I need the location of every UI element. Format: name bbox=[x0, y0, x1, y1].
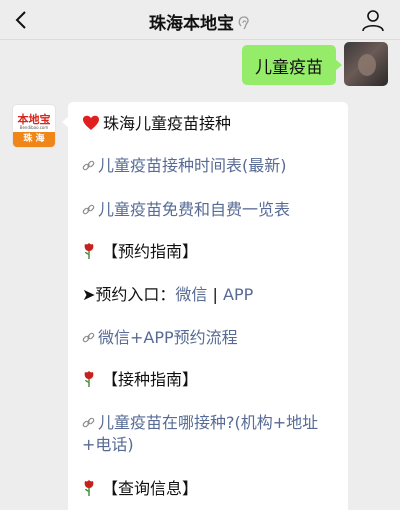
chain-link-icon bbox=[82, 204, 95, 215]
section-booking-guide: 【预约指南】 bbox=[82, 241, 338, 263]
user-message-text: 儿童疫苗 bbox=[255, 57, 323, 78]
link-vaccine-schedule[interactable]: 儿童疫苗接种时间表(最新) bbox=[82, 155, 338, 177]
section-vaccination-guide: 【接种指南】 bbox=[82, 369, 338, 391]
link-booking-flow[interactable]: 微信+APP预约流程 bbox=[82, 327, 338, 349]
rose-icon bbox=[84, 480, 94, 496]
section-title: 【接种指南】 bbox=[102, 370, 199, 389]
rose-icon bbox=[84, 243, 94, 259]
chat-title: 珠海本地宝 bbox=[0, 9, 400, 34]
link-text[interactable]: 儿童疫苗免费和自费一览表 bbox=[98, 200, 290, 219]
chat-title-text: 珠海本地宝 bbox=[149, 14, 234, 34]
heading-text: 珠海儿童疫苗接种 bbox=[103, 114, 232, 133]
link-vaccination-sites[interactable]: 儿童疫苗在哪接种?(机构+地址+电话) bbox=[82, 412, 334, 456]
booking-entry-row: ➤预约入口：微信 | APP bbox=[82, 284, 338, 306]
ear-icon bbox=[238, 16, 249, 30]
app-entry-link[interactable]: APP bbox=[223, 285, 253, 304]
message-heading: 珠海儿童疫苗接种 bbox=[82, 113, 338, 135]
person-icon[interactable] bbox=[360, 7, 386, 33]
heart-icon bbox=[83, 115, 99, 130]
brand-city-label: 珠 海 bbox=[13, 132, 55, 147]
brand-logo-subtext: Bendibao.com bbox=[19, 125, 49, 130]
user-message-bubble[interactable]: 儿童疫苗 bbox=[242, 45, 342, 85]
section-title: 【预约指南】 bbox=[102, 242, 199, 261]
chain-link-icon bbox=[82, 417, 95, 428]
link-vaccine-cost-list[interactable]: 儿童疫苗免费和自费一览表 bbox=[82, 199, 338, 221]
wechat-entry-link[interactable]: 微信 bbox=[175, 285, 207, 304]
entry-prefix: ➤预约入口： bbox=[82, 285, 176, 304]
chain-link-icon bbox=[82, 160, 95, 171]
bot-avatar[interactable]: 本地宝 Bendibao.com 珠 海 bbox=[12, 104, 56, 148]
bot-message-bubble: 珠海儿童疫苗接种 儿童疫苗接种时间表(最新) 儿童疫苗免费和自费一览表 【预约指… bbox=[62, 102, 348, 510]
link-text[interactable]: 儿童疫苗在哪接种?(机构+地址+电话) bbox=[82, 413, 318, 454]
link-text[interactable]: 儿童疫苗接种时间表(最新) bbox=[98, 156, 287, 175]
section-query-info: 【查询信息】 bbox=[82, 478, 338, 500]
link-text[interactable]: 微信+APP预约流程 bbox=[98, 328, 238, 347]
chat-header: 珠海本地宝 bbox=[0, 0, 400, 40]
section-title: 【查询信息】 bbox=[102, 479, 199, 498]
rose-icon bbox=[84, 371, 94, 387]
avatar-photo bbox=[358, 54, 376, 76]
chain-link-icon bbox=[82, 332, 95, 343]
user-avatar[interactable] bbox=[344, 42, 388, 86]
entry-separator: | bbox=[207, 285, 223, 304]
